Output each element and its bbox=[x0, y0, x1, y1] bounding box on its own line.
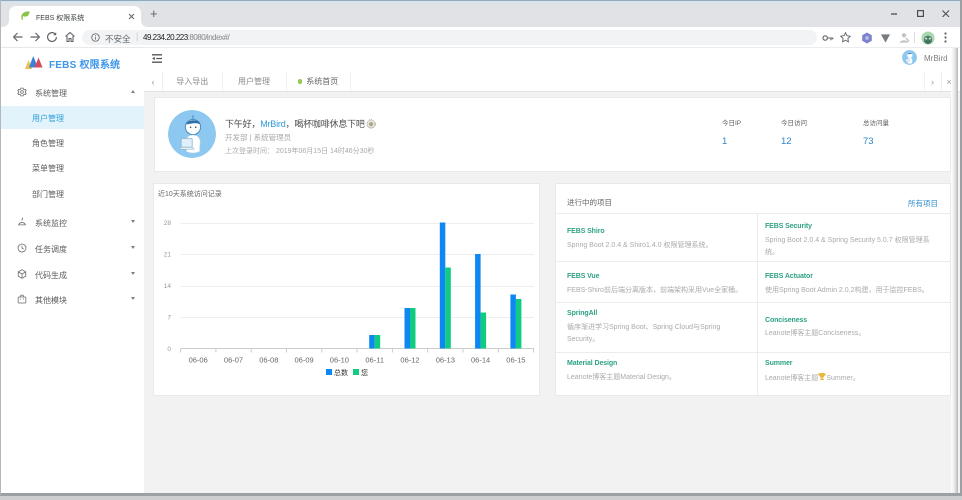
svg-text:21: 21 bbox=[164, 252, 172, 259]
svg-text:总数: 总数 bbox=[334, 368, 348, 377]
svg-text:06-14: 06-14 bbox=[471, 356, 490, 365]
svg-text:06-09: 06-09 bbox=[295, 356, 314, 365]
svg-text:06-08: 06-08 bbox=[259, 356, 278, 365]
svg-text:28: 28 bbox=[164, 220, 172, 227]
svg-text:06-15: 06-15 bbox=[506, 356, 525, 365]
svg-text:06-11: 06-11 bbox=[365, 356, 384, 365]
svg-text:14: 14 bbox=[164, 283, 172, 290]
svg-text:06-07: 06-07 bbox=[224, 356, 243, 365]
svg-text:7: 7 bbox=[167, 315, 171, 322]
svg-text:06-06: 06-06 bbox=[189, 356, 208, 365]
svg-text:06-10: 06-10 bbox=[330, 356, 349, 365]
svg-text:06-13: 06-13 bbox=[436, 356, 455, 365]
svg-text:0: 0 bbox=[167, 346, 171, 353]
svg-text:06-12: 06-12 bbox=[400, 356, 419, 365]
svg-text:您: 您 bbox=[361, 368, 368, 377]
